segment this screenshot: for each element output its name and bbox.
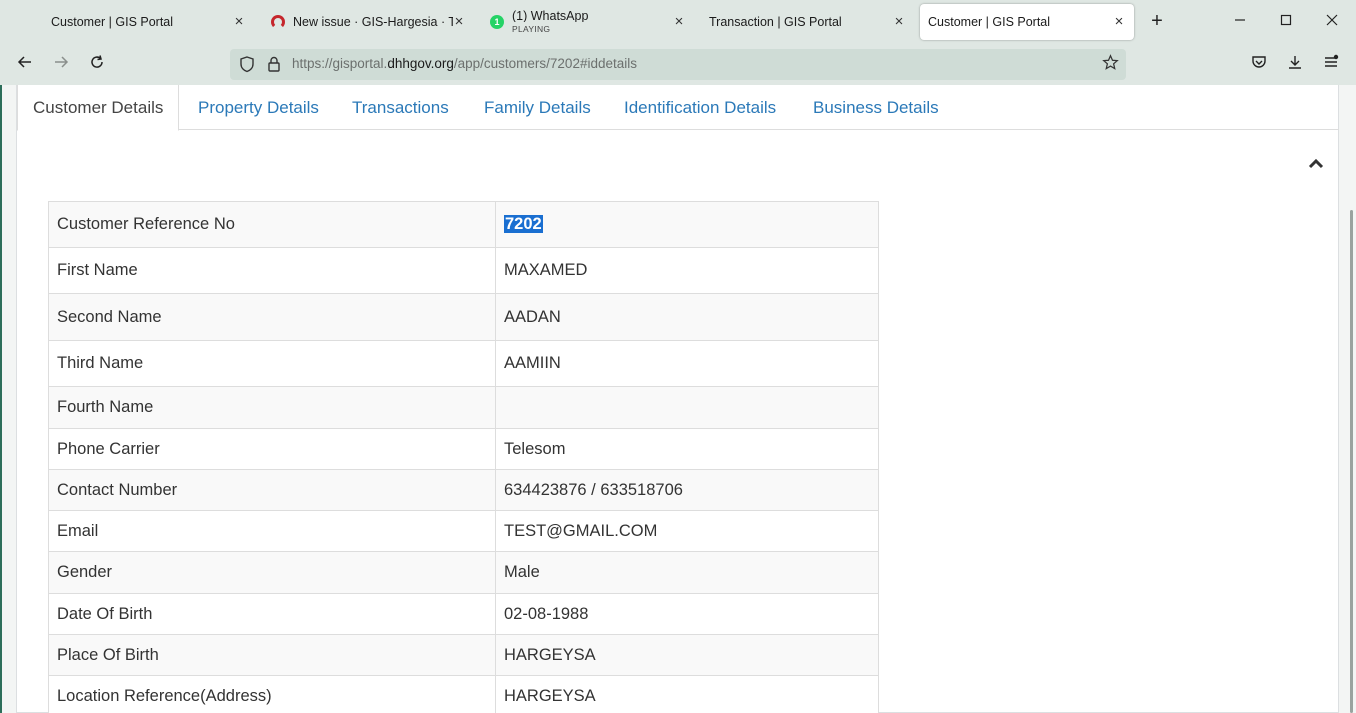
browser-tab-customer-1[interactable]: Customer | GIS Portal × bbox=[42, 4, 254, 40]
close-icon[interactable]: × bbox=[1110, 13, 1128, 31]
table-row: Customer Reference No 7202 bbox=[48, 201, 879, 248]
customer-details-table: Customer Reference No 7202 First Name MA… bbox=[48, 201, 879, 713]
table-row: Second Name AADAN bbox=[48, 293, 879, 341]
whatsapp-icon: 1 bbox=[490, 15, 504, 29]
tab-title: New issue · GIS-Hargesia · Team bbox=[293, 15, 453, 29]
browser-tab-transaction[interactable]: Transaction | GIS Portal × bbox=[700, 4, 914, 40]
table-row: Place Of Birth HARGEYSA bbox=[48, 634, 879, 676]
reload-button[interactable] bbox=[84, 52, 110, 78]
table-row: Fourth Name bbox=[48, 386, 879, 429]
close-icon[interactable]: × bbox=[230, 13, 248, 31]
tab-identification-details[interactable]: Identification Details bbox=[624, 85, 776, 130]
new-tab-button[interactable]: + bbox=[1146, 11, 1168, 33]
star-icon[interactable] bbox=[1100, 54, 1120, 74]
tab-title: Transaction | GIS Portal bbox=[709, 15, 842, 29]
close-icon[interactable]: × bbox=[890, 13, 908, 31]
row-label: Contact Number bbox=[48, 469, 496, 511]
url-text[interactable]: https://gisportal.dhhgov.org/app/custome… bbox=[292, 56, 637, 71]
tab-title: (1) WhatsApp bbox=[512, 9, 589, 22]
row-value: 7202 bbox=[495, 201, 879, 248]
chevron-up-icon[interactable] bbox=[1305, 153, 1327, 175]
maximize-icon bbox=[1280, 14, 1292, 26]
row-value: Male bbox=[495, 551, 879, 594]
browser-tab-strip: Customer | GIS Portal × New issue · GIS-… bbox=[0, 0, 1356, 44]
table-row: Email TEST@GMAIL.COM bbox=[48, 510, 879, 552]
details-tabs: Customer Details Property Details Transa… bbox=[17, 85, 1339, 131]
row-label: Second Name bbox=[48, 293, 496, 341]
row-label: Place Of Birth bbox=[48, 634, 496, 676]
row-label: Fourth Name bbox=[48, 386, 496, 429]
arrow-left-icon bbox=[17, 56, 31, 68]
table-row: First Name MAXAMED bbox=[48, 247, 879, 294]
page-scrollbar[interactable] bbox=[1350, 210, 1353, 713]
table-row: Phone Carrier Telesom bbox=[48, 428, 879, 470]
arrow-right-icon bbox=[55, 56, 69, 68]
row-label: Location Reference(Address) bbox=[48, 675, 496, 713]
row-label: Customer Reference No bbox=[48, 201, 496, 248]
table-row: Date Of Birth 02-08-1988 bbox=[48, 593, 879, 635]
row-label: Email bbox=[48, 510, 496, 552]
row-value: HARGEYSA bbox=[495, 675, 879, 713]
reload-icon bbox=[91, 55, 103, 68]
page-content: Customer Details Property Details Transa… bbox=[16, 85, 1339, 713]
url-path: /app/customers/7202#iddetails bbox=[453, 56, 637, 71]
pocket-button[interactable] bbox=[1246, 52, 1272, 78]
url-domain: dhhgov.org bbox=[387, 56, 454, 71]
back-button[interactable] bbox=[12, 52, 38, 78]
window-edge bbox=[0, 85, 2, 713]
tab-playing-label: PLAYING bbox=[512, 23, 551, 34]
row-value: AADAN bbox=[495, 293, 879, 341]
row-label: Third Name bbox=[48, 340, 496, 387]
row-label: First Name bbox=[48, 247, 496, 294]
row-label: Gender bbox=[48, 551, 496, 594]
tab-family-details[interactable]: Family Details bbox=[484, 85, 591, 130]
customer-reference-value[interactable]: 7202 bbox=[504, 215, 543, 233]
row-label: Phone Carrier bbox=[48, 428, 496, 470]
table-row: Location Reference(Address) HARGEYSA bbox=[48, 675, 879, 713]
row-value bbox=[495, 386, 879, 429]
browser-tab-whatsapp[interactable]: 1 (1) WhatsApp PLAYING × bbox=[482, 4, 694, 40]
table-row: Contact Number 634423876 / 633518706 bbox=[48, 469, 879, 511]
tab-business-details[interactable]: Business Details bbox=[813, 85, 939, 130]
table-row: Gender Male bbox=[48, 551, 879, 594]
close-icon[interactable]: × bbox=[450, 13, 468, 31]
row-value: HARGEYSA bbox=[495, 634, 879, 676]
url-prefix: https://gisportal. bbox=[292, 56, 388, 71]
tab-transactions[interactable]: Transactions bbox=[352, 85, 449, 130]
browser-nav-bar: https://gisportal.dhhgov.org/app/custome… bbox=[0, 44, 1356, 85]
tab-title: Customer | GIS Portal bbox=[51, 15, 174, 29]
table-row: Third Name AAMIIN bbox=[48, 340, 879, 387]
downloads-button[interactable] bbox=[1282, 52, 1308, 78]
shield-icon[interactable] bbox=[238, 55, 256, 73]
address-bar[interactable]: https://gisportal.dhhgov.org/app/custome… bbox=[230, 49, 1126, 80]
row-value: Telesom bbox=[495, 428, 879, 470]
menu-icon bbox=[1325, 54, 1339, 67]
pocket-icon bbox=[1252, 56, 1266, 68]
app-menu-button[interactable] bbox=[1318, 52, 1344, 78]
row-value: 634423876 / 633518706 bbox=[495, 469, 879, 511]
minimize-button[interactable] bbox=[1228, 10, 1252, 34]
close-window-icon bbox=[1326, 14, 1338, 26]
row-value: AAMIIN bbox=[495, 340, 879, 387]
maximize-button[interactable] bbox=[1274, 10, 1298, 34]
forward-button[interactable] bbox=[48, 52, 74, 78]
browser-tab-gitlab[interactable]: New issue · GIS-Hargesia · Team × bbox=[262, 4, 474, 40]
minimize-icon bbox=[1235, 19, 1245, 21]
tab-property-details[interactable]: Property Details bbox=[198, 85, 319, 130]
row-label: Date Of Birth bbox=[48, 593, 496, 635]
browser-tab-customer-active[interactable]: Customer | GIS Portal × bbox=[920, 4, 1134, 40]
row-value: TEST@GMAIL.COM bbox=[495, 510, 879, 552]
window-close-button[interactable] bbox=[1320, 10, 1344, 34]
lock-icon[interactable] bbox=[265, 55, 283, 73]
row-value: MAXAMED bbox=[495, 247, 879, 294]
tab-title: Customer | GIS Portal bbox=[928, 15, 1051, 29]
row-value: 02-08-1988 bbox=[495, 593, 879, 635]
gitlab-icon bbox=[271, 15, 285, 29]
download-icon bbox=[1289, 56, 1301, 69]
close-icon[interactable]: × bbox=[670, 13, 688, 31]
tab-customer-details[interactable]: Customer Details bbox=[17, 85, 180, 131]
